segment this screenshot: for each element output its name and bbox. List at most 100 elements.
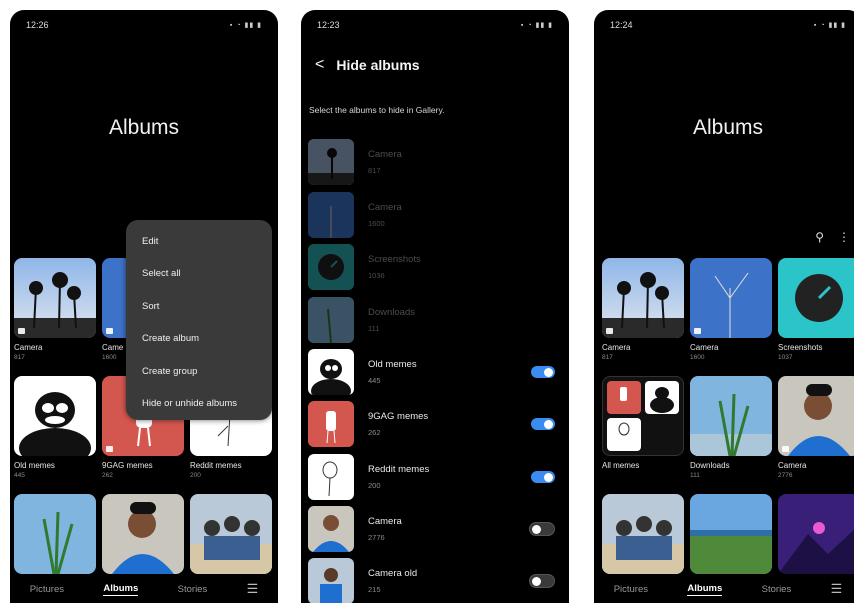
hide-toggle[interactable] (531, 471, 555, 483)
album-name: Screenshots (368, 254, 421, 265)
album-thumbnail (690, 376, 772, 456)
status-bar: 12:26 ▪ ◔ ▮▮ ▮ (26, 18, 262, 32)
album-thumbnail (308, 349, 354, 395)
menu-item-edit[interactable]: Edit (126, 226, 272, 258)
bottom-nav: Pictures Albums Stories ☰ (594, 575, 854, 603)
album-count: 262 (368, 428, 381, 437)
album-badge-icon (106, 446, 113, 452)
album-thumbnail (778, 258, 854, 338)
album-tile[interactable] (690, 494, 772, 574)
screen-albums-after: 12:24 ▪ ◔ ▮▮ ▮ Albums ⚲ ⋮ Camera 817 Cam… (594, 10, 854, 603)
album-tile[interactable]: Camera 817 (14, 258, 96, 361)
album-count: 200 (190, 472, 201, 479)
album-tile[interactable]: Old memes 445 (14, 376, 96, 479)
album-tile[interactable]: Downloads 111 (690, 376, 772, 479)
album-thumbnail (14, 376, 96, 456)
page-title: Albums (108, 116, 180, 139)
tab-stories[interactable]: Stories (178, 584, 208, 595)
album-thumbnail (690, 258, 772, 338)
album-thumbnail (778, 494, 854, 574)
tab-albums[interactable]: Albums (687, 583, 723, 596)
album-count: 817 (14, 354, 25, 361)
page-subtitle: Select the albums to hide in Gallery. (309, 105, 445, 115)
menu-item-create-group[interactable]: Create group (126, 356, 272, 388)
album-count: 2776 (778, 472, 793, 479)
album-name: Camera (368, 516, 402, 527)
album-thumbnail (602, 494, 684, 574)
album-thumbnail (190, 494, 272, 574)
album-name: Camera (778, 461, 807, 470)
tab-pictures[interactable]: Pictures (30, 584, 64, 595)
album-name: All memes (602, 461, 640, 470)
more-vertical-icon[interactable]: ⋮ (838, 230, 850, 244)
hide-toggle[interactable] (531, 366, 555, 378)
album-count: 200 (368, 481, 381, 490)
album-thumbnail (14, 494, 96, 574)
album-badge-icon (782, 446, 789, 452)
album-row: Camera 817 (308, 138, 555, 186)
search-icon[interactable]: ⚲ (815, 230, 824, 244)
album-group-thumbnail (602, 376, 684, 456)
album-row[interactable]: Reddit memes 200 (308, 453, 555, 501)
album-tile[interactable] (14, 494, 96, 574)
status-icons: ▪ ◔ ▮▮ ▮ (229, 22, 262, 29)
album-row: Screenshots 1036 (308, 243, 555, 291)
album-name: Downloads (690, 461, 730, 470)
album-row[interactable]: Camera old 215 (308, 557, 555, 603)
album-row[interactable]: Old memes 445 (308, 348, 555, 396)
hide-toggle[interactable] (531, 418, 555, 430)
album-tile[interactable]: Screenshots 1037 (778, 258, 854, 361)
status-icons: ▪ ◔ ▮▮ ▮ (520, 22, 553, 29)
album-row[interactable]: 9GAG memes 262 (308, 400, 555, 448)
album-thumbnail (308, 401, 354, 447)
album-thumbnail (308, 297, 354, 343)
status-icons: ▪ ◔ ▮▮ ▮ (813, 22, 846, 29)
hide-toggle[interactable] (529, 574, 555, 588)
menu-item-select-all[interactable]: Select all (126, 258, 272, 290)
album-thumbnail (690, 494, 772, 574)
tab-pictures[interactable]: Pictures (614, 584, 648, 595)
hide-toggle[interactable] (529, 522, 555, 536)
page-title: Hide albums (336, 57, 420, 73)
album-badge-icon (606, 328, 613, 334)
album-name: 9GAG memes (368, 411, 429, 422)
hamburger-menu-icon[interactable]: ☰ (247, 581, 259, 597)
status-bar: 12:24 ▪ ◔ ▮▮ ▮ (610, 18, 846, 32)
album-row: Camera 1600 (308, 191, 555, 239)
album-thumbnail (308, 506, 354, 552)
album-badge-icon (106, 328, 113, 334)
album-thumbnail (308, 558, 354, 603)
album-tile[interactable]: All memes (602, 376, 684, 472)
hamburger-menu-icon[interactable]: ☰ (831, 581, 843, 597)
album-name: Reddit memes (190, 461, 242, 470)
menu-item-create-album[interactable]: Create album (126, 323, 272, 355)
album-thumbnail (308, 454, 354, 500)
album-thumbnail (102, 494, 184, 574)
app-header: < Hide albums (315, 56, 420, 74)
menu-item-sort[interactable]: Sort (126, 291, 272, 323)
album-row[interactable]: Camera 2776 (308, 505, 555, 553)
album-tile[interactable] (778, 494, 854, 574)
tab-stories[interactable]: Stories (762, 584, 792, 595)
album-tile[interactable] (190, 494, 272, 574)
status-time: 12:23 (317, 20, 340, 30)
menu-item-hide-unhide-albums[interactable]: Hide or unhide albums (126, 388, 272, 420)
album-tile[interactable] (602, 494, 684, 574)
album-count: 445 (14, 472, 25, 479)
album-name: Screenshots (778, 343, 823, 352)
album-name: Camera (368, 149, 402, 160)
chevron-left-icon[interactable]: < (315, 56, 324, 74)
album-count: 1037 (778, 354, 793, 361)
album-thumbnail (308, 139, 354, 185)
album-tile[interactable] (102, 494, 184, 574)
album-tile[interactable]: Camera 1600 (690, 258, 772, 361)
album-row: Downloads 111 (308, 296, 555, 344)
album-name: Camera (368, 202, 402, 213)
album-count: 262 (102, 472, 113, 479)
status-time: 12:24 (610, 20, 633, 30)
album-count: 111 (690, 472, 700, 479)
album-name: Camera (690, 343, 719, 352)
tab-albums[interactable]: Albums (103, 583, 139, 596)
album-tile[interactable]: Camera 817 (602, 258, 684, 361)
album-tile[interactable]: Camera 2776 (778, 376, 854, 479)
